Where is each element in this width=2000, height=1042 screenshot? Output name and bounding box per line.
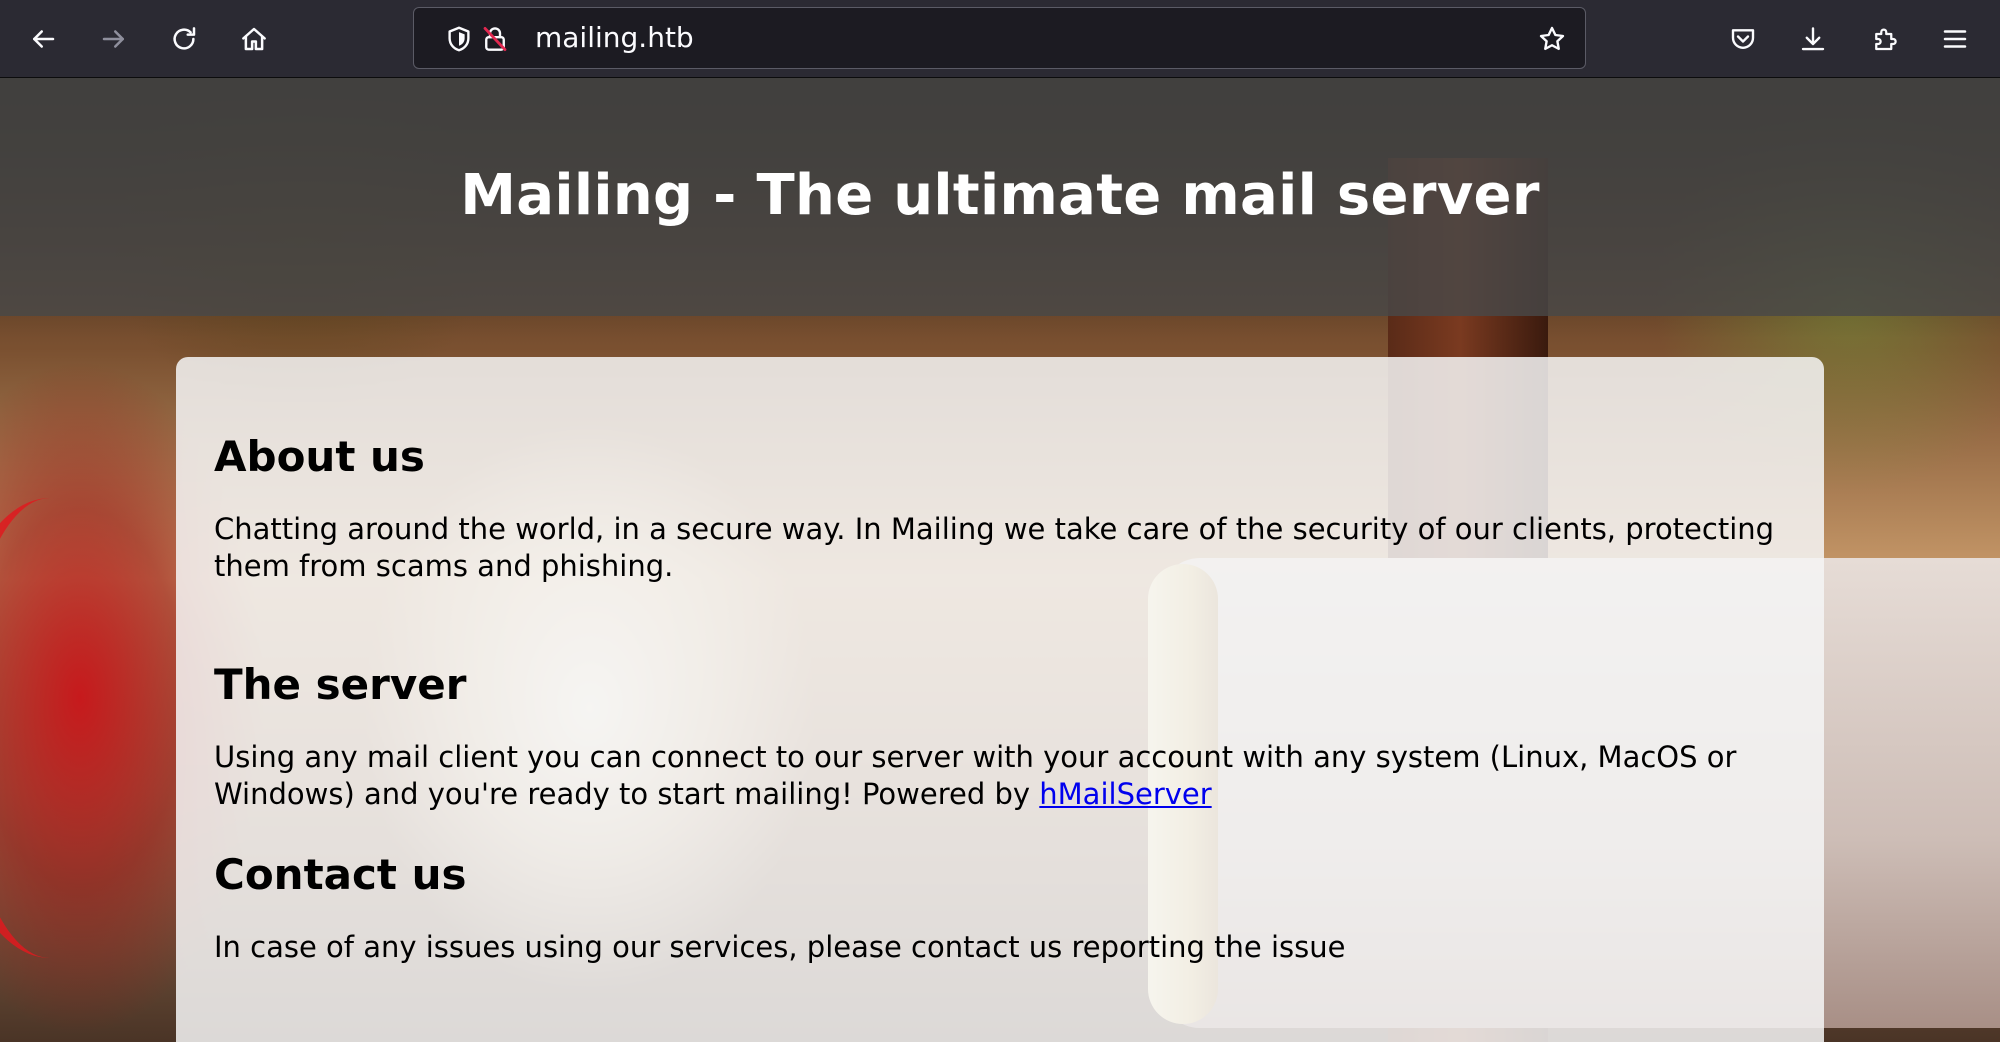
arrow-right-icon	[102, 30, 124, 48]
home-button[interactable]	[234, 19, 274, 59]
back-button[interactable]	[23, 19, 63, 59]
browser-toolbar: mailing.htb	[0, 0, 2000, 78]
contact-text: In case of any issues using our services…	[214, 930, 1346, 964]
page-viewport: Mailing - The ultimate mail server About…	[0, 78, 2000, 1042]
page-header: Mailing - The ultimate mail server	[0, 78, 2000, 316]
hmailserver-link[interactable]: hMailServer	[1039, 777, 1211, 811]
red-mailbox-edge	[0, 498, 160, 958]
home-icon	[242, 27, 266, 51]
tracking-protection-button[interactable]	[442, 22, 476, 56]
lock-insecure-icon	[483, 27, 507, 51]
downloads-button[interactable]	[1793, 19, 1833, 59]
puzzle-icon	[1875, 28, 1897, 51]
app-menu-button[interactable]	[1935, 19, 1975, 59]
url-text[interactable]: mailing.htb	[535, 8, 694, 68]
url-bar[interactable]: mailing.htb	[413, 7, 1586, 69]
server-section: The server Using any mail client you can…	[214, 659, 1784, 813]
forward-button[interactable]	[94, 19, 134, 59]
reload-button[interactable]	[164, 19, 204, 59]
about-heading: About us	[214, 432, 425, 481]
star-icon	[1539, 26, 1565, 51]
about-section: About us Chatting around the world, in a…	[214, 431, 1784, 585]
server-text-body: Using any mail client you can connect to…	[214, 740, 1737, 811]
pocket-icon	[1731, 29, 1755, 49]
site-security-button[interactable]	[478, 22, 512, 56]
about-text: Chatting around the world, in a secure w…	[214, 512, 1775, 583]
contact-heading: Contact us	[214, 850, 467, 899]
contact-section: Contact us In case of any issues using o…	[214, 849, 1784, 966]
download-icon	[1801, 27, 1825, 51]
bookmark-button[interactable]	[1535, 22, 1569, 56]
shield-icon	[448, 26, 470, 52]
content-card: About us Chatting around the world, in a…	[176, 357, 1824, 1042]
pocket-button[interactable]	[1723, 19, 1763, 59]
arrow-left-icon	[33, 30, 55, 48]
reload-icon	[173, 27, 196, 50]
server-text: Using any mail client you can connect to…	[214, 739, 1784, 813]
server-heading: The server	[214, 660, 467, 709]
page-title: Mailing - The ultimate mail server	[460, 162, 1540, 228]
hamburger-menu-icon	[1943, 30, 1967, 48]
extensions-button[interactable]	[1865, 19, 1905, 59]
